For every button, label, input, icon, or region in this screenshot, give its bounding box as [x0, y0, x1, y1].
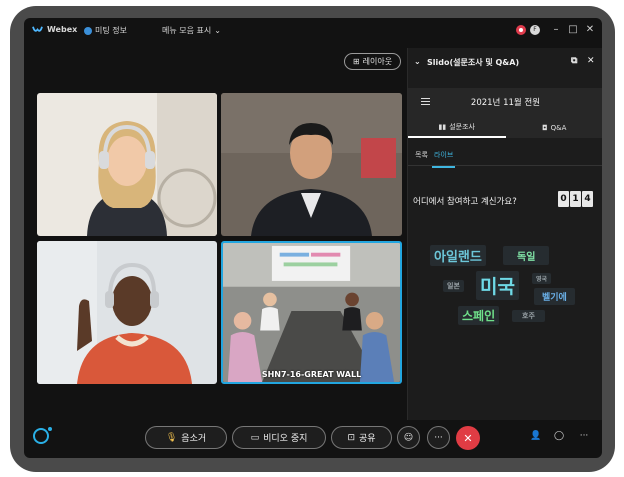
- layout-button[interactable]: ⊞ 레이아웃: [344, 53, 401, 70]
- microphone-icon: 🎙: [165, 432, 178, 443]
- participant-video: [37, 93, 217, 236]
- word-cloud-word: 벨기에: [534, 288, 575, 305]
- word-cloud-word: 스페인: [458, 306, 500, 325]
- poll-sub-tabs: 목록 라이브: [408, 144, 602, 168]
- stop-video-label: 비디오 중지: [263, 434, 308, 444]
- word-cloud-word: 독일: [503, 246, 550, 265]
- slido-tabs: ▮▮ 설문조사 ◘ Q&A: [408, 117, 602, 138]
- close-icon[interactable]: ✕: [587, 56, 595, 66]
- slido-event-header: 2021년 11월 전원 ▮▮ 설문조사 ◘ Q&A: [408, 88, 602, 138]
- panel-title: Slido(설문조사 및 Q&A): [427, 58, 520, 67]
- pop-out-icon[interactable]: ⧉: [571, 56, 577, 66]
- mute-label: 음소거: [181, 434, 207, 444]
- speech-bubble-icon: ◘: [542, 123, 548, 132]
- more-panels-icon[interactable]: ···: [577, 431, 591, 441]
- stop-video-button[interactable]: ▭ 비디오 중지: [232, 426, 326, 449]
- participant-video: [221, 93, 402, 236]
- event-title: 2021년 11월 전원: [470, 98, 541, 108]
- tab-qa[interactable]: ◘ Q&A: [506, 117, 603, 138]
- word-cloud-word: 영국: [532, 273, 552, 284]
- layout-label: 레이아웃: [362, 57, 393, 66]
- maximize-icon[interactable]: □: [567, 24, 579, 36]
- close-icon[interactable]: ✕: [584, 24, 596, 36]
- video-tile-participant-2[interactable]: [221, 93, 402, 236]
- chevron-down-icon[interactable]: ⌄: [414, 57, 421, 66]
- bar-chart-icon: ▮▮: [438, 122, 447, 131]
- tab-qa-label: Q&A: [550, 123, 567, 132]
- recording-icon: [516, 25, 526, 35]
- avatar[interactable]: F: [530, 25, 540, 35]
- word-cloud-word: 일본: [443, 280, 464, 292]
- minimize-icon[interactable]: –: [550, 24, 562, 36]
- chevron-down-icon: ⌄: [214, 26, 221, 35]
- room-video: [223, 243, 400, 382]
- participants-icon[interactable]: 👤: [529, 431, 543, 441]
- more-label: ···: [434, 432, 443, 443]
- app-name: Webex: [47, 25, 78, 34]
- counter-digit: 0: [558, 191, 569, 207]
- show-menu-bar-label: 메뉴 모음 표시: [162, 26, 212, 35]
- close-icon: ✕: [463, 431, 473, 445]
- tab-polls[interactable]: ▮▮ 설문조사: [408, 117, 506, 138]
- video-tile-participant-1[interactable]: [37, 93, 217, 236]
- slido-panel: ⌄ Slido(설문조사 및 Q&A) ⧉ ✕ 2021년 11월 전원 ▮▮ …: [407, 48, 602, 420]
- smiley-icon: ☺: [403, 432, 414, 443]
- more-options-button[interactable]: ···: [427, 426, 450, 449]
- word-cloud-word: 아일랜드: [430, 245, 486, 266]
- video-camera-icon: ▭: [250, 432, 260, 443]
- word-cloud-word: 미국: [476, 271, 519, 300]
- share-label: 공유: [358, 434, 376, 444]
- panel-header: ⌄ Slido(설문조사 및 Q&A) ⧉ ✕: [408, 48, 602, 76]
- webex-assistant-icon[interactable]: [33, 427, 52, 444]
- webex-logo-icon: [32, 26, 43, 32]
- title-bar: Webex 미팅 정보 메뉴 모음 표시 ⌄ F – □ ✕: [24, 18, 602, 44]
- reactions-button[interactable]: ☺: [397, 426, 420, 449]
- share-button[interactable]: ⊡ 공유: [331, 426, 392, 449]
- tab-polls-label: 설문조사: [449, 122, 475, 131]
- meeting-info-button[interactable]: 미팅 정보: [84, 25, 127, 36]
- meeting-info-label: 미팅 정보: [95, 26, 127, 35]
- show-menu-bar-button[interactable]: 메뉴 모음 표시 ⌄: [162, 25, 221, 36]
- chat-icon[interactable]: ◯: [552, 431, 566, 441]
- tab-live[interactable]: 라이브: [431, 150, 456, 168]
- grid-icon: ⊞: [352, 57, 360, 66]
- video-tile-participant-3[interactable]: [37, 241, 217, 384]
- mute-button[interactable]: 🎙 음소거: [145, 426, 227, 449]
- app-logo: Webex: [32, 25, 77, 34]
- poll-question: 어디에서 참여하고 계신가요?: [413, 197, 517, 207]
- tab-list[interactable]: 목록: [415, 150, 428, 160]
- counter-digit: 4: [582, 191, 593, 207]
- word-cloud-word: 호주: [512, 310, 545, 322]
- response-counter: 0 1 4: [558, 191, 593, 207]
- end-call-button[interactable]: ✕: [456, 426, 480, 450]
- share-screen-icon: ⊡: [347, 432, 355, 443]
- counter-digit: 1: [570, 191, 581, 207]
- webex-window: Webex 미팅 정보 메뉴 모음 표시 ⌄ F – □ ✕ ⊞ 레이아웃 SH…: [24, 18, 602, 458]
- info-icon: [84, 26, 92, 35]
- participant-video: [37, 241, 217, 384]
- video-tile-meeting-room[interactable]: SHN7-16-GREAT WALL: [221, 241, 402, 384]
- room-name-label: SHN7-16-GREAT WALL: [261, 370, 362, 379]
